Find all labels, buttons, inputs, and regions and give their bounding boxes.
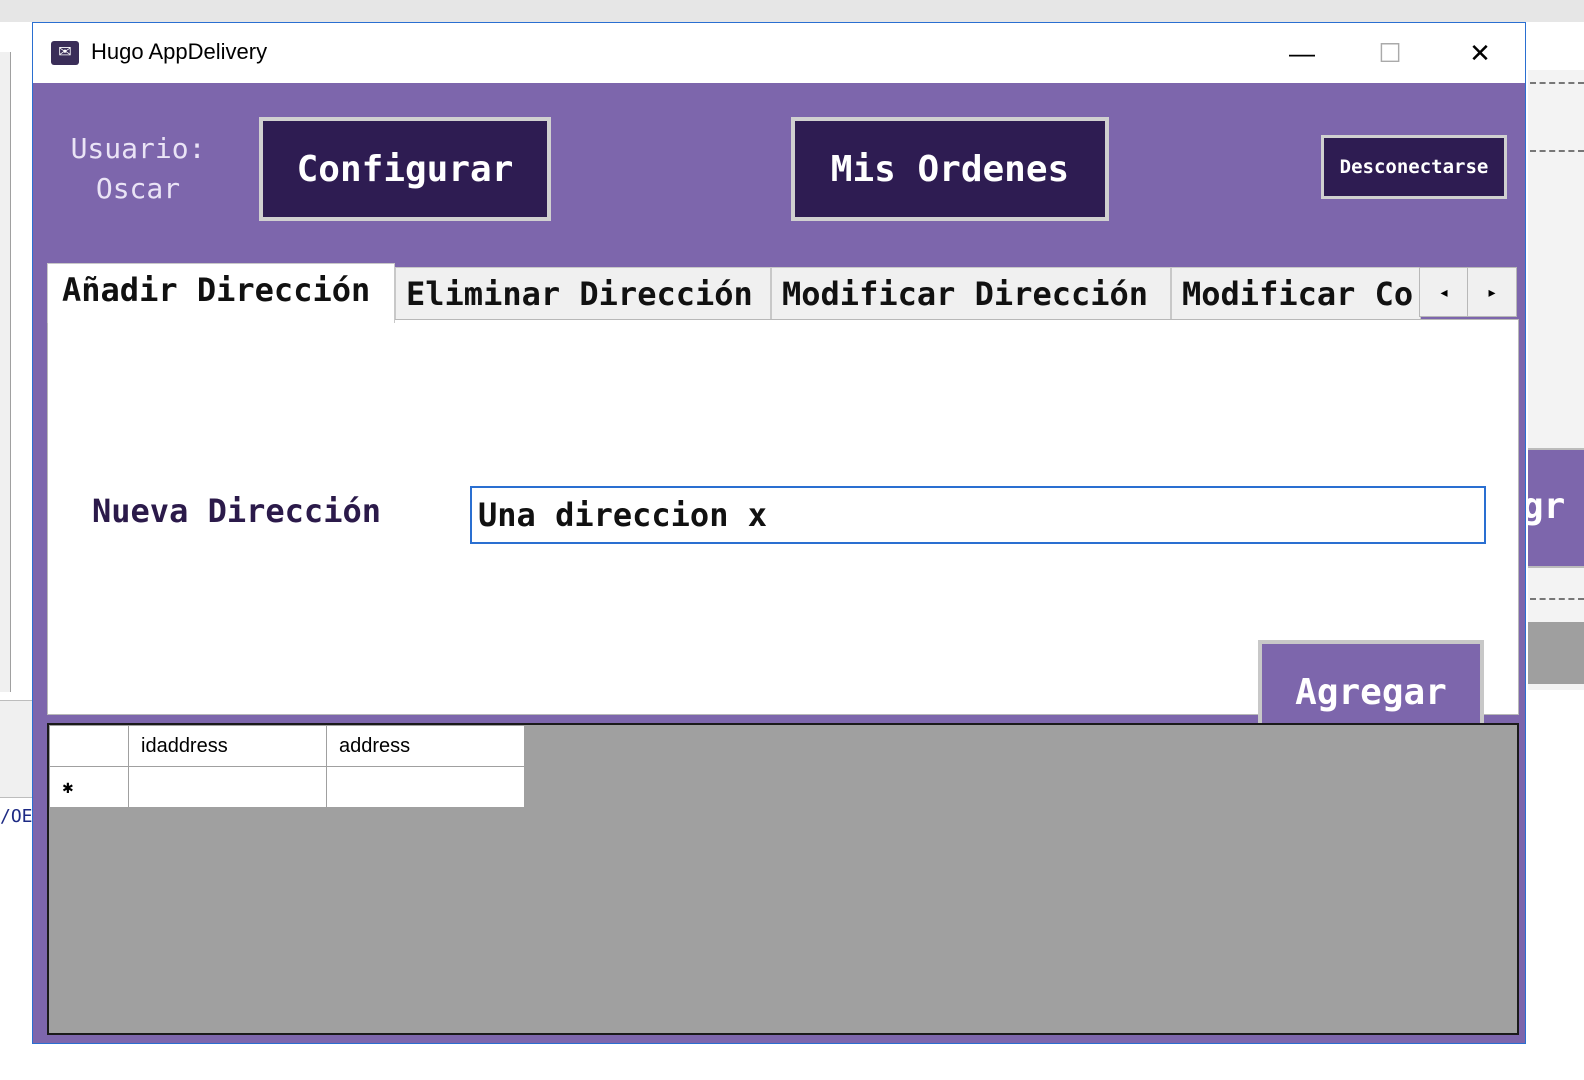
- minimize-button[interactable]: —: [1257, 23, 1347, 83]
- tab-scroll-right-button[interactable]: ▸: [1467, 267, 1517, 317]
- app-window: ✉ Hugo AppDelivery — ☐ ✕ Usuario: Oscar …: [32, 22, 1526, 1044]
- tab-delete-address[interactable]: Eliminar Dirección: [395, 267, 771, 321]
- background-window-strip: [0, 0, 1584, 22]
- new-row-marker[interactable]: ✱: [49, 766, 129, 808]
- logout-button[interactable]: Desconectarse: [1321, 135, 1507, 199]
- window-title: Hugo AppDelivery: [91, 39, 268, 64]
- table-header-row: idaddress address: [49, 725, 525, 767]
- background-right-divider: [1530, 82, 1584, 84]
- background-left-text: /OE: [0, 806, 33, 827]
- asterisk-icon: ✱: [62, 779, 74, 796]
- background-right-panel: [1528, 70, 1584, 690]
- tab-add-address[interactable]: Añadir Dirección: [47, 263, 395, 323]
- column-header-address[interactable]: address: [326, 725, 525, 767]
- address-table: idaddress address ✱: [49, 725, 525, 808]
- user-name: Oscar: [95, 172, 181, 205]
- table-cell-idaddress[interactable]: [128, 766, 327, 808]
- tab-control: Añadir Dirección Eliminar Dirección Modi…: [47, 263, 1519, 744]
- background-right-gray: [1528, 622, 1584, 684]
- new-address-label: Nueva Dirección: [92, 492, 381, 530]
- tab-scroll-left-button[interactable]: ◂: [1419, 267, 1469, 317]
- new-address-input[interactable]: [470, 486, 1486, 544]
- tab-panel-add-address: Nueva Dirección Agregar: [47, 319, 1519, 744]
- row-header-corner: [49, 725, 129, 767]
- column-header-idaddress[interactable]: idaddress: [128, 725, 327, 767]
- title-bar[interactable]: ✉ Hugo AppDelivery — ☐ ✕: [33, 23, 1525, 83]
- background-left-band: [0, 700, 32, 798]
- user-info: Usuario: Oscar: [51, 129, 225, 209]
- table-cell-address[interactable]: [326, 766, 525, 808]
- background-right-divider: [1530, 150, 1584, 152]
- background-right-text: gr: [1522, 486, 1566, 527]
- close-button[interactable]: ✕: [1435, 23, 1525, 83]
- background-right-divider: [1530, 598, 1584, 600]
- my-orders-button[interactable]: Mis Ordenes: [791, 117, 1109, 221]
- table-row: ✱: [49, 766, 525, 808]
- user-label: Usuario:: [70, 132, 206, 165]
- app-icon: ✉: [51, 41, 79, 65]
- tab-modify-address[interactable]: Modificar Dirección: [771, 267, 1171, 321]
- tab-modify-other[interactable]: Modificar Co: [1171, 267, 1421, 321]
- maximize-button[interactable]: ☐: [1345, 23, 1435, 83]
- configure-button[interactable]: Configurar: [259, 117, 551, 221]
- background-left-panel: [0, 52, 11, 692]
- address-grid[interactable]: idaddress address ✱: [47, 723, 1519, 1035]
